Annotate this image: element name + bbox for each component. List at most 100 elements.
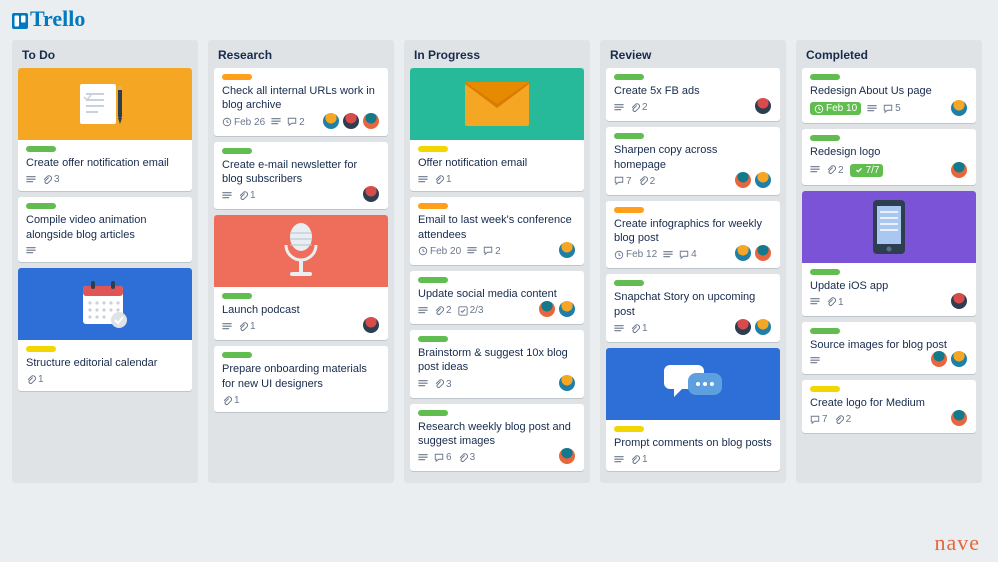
list[interactable]: In ProgressOffer notification email1 Emai… <box>404 40 590 483</box>
card[interactable]: Create logo for Medium72 <box>802 380 976 433</box>
checklist-badge-complete: 7/7 <box>850 164 884 177</box>
avatar[interactable] <box>950 161 968 179</box>
card[interactable]: Prepare onboarding materials for new UI … <box>214 346 388 412</box>
attachment-icon <box>834 415 844 425</box>
avatar[interactable] <box>558 241 576 259</box>
label-orange[interactable] <box>418 203 448 209</box>
card[interactable]: Source images for blog post <box>802 322 976 374</box>
checklist-badge: 2/3 <box>458 305 484 316</box>
list[interactable]: CompletedRedesign About Us pageFeb 105Re… <box>796 40 982 483</box>
description-badge <box>26 175 36 185</box>
avatar[interactable] <box>950 409 968 427</box>
label-green[interactable] <box>418 277 448 283</box>
avatar[interactable] <box>754 244 772 262</box>
label-orange[interactable] <box>222 74 252 80</box>
card[interactable]: Structure editorial calendar1 <box>18 268 192 391</box>
description-icon <box>810 297 820 307</box>
card[interactable]: Snapchat Story on upcoming post1 <box>606 274 780 342</box>
label-green[interactable] <box>222 293 252 299</box>
label-green[interactable] <box>614 133 644 139</box>
card[interactable]: Create 5x FB ads2 <box>606 68 780 121</box>
card[interactable]: Launch podcast1 <box>214 215 388 340</box>
card[interactable]: Create e-mail newsletter for blog subscr… <box>214 142 388 210</box>
avatar[interactable] <box>558 447 576 465</box>
list-title[interactable]: Research <box>214 46 388 68</box>
avatar[interactable] <box>950 350 968 368</box>
card[interactable]: Offer notification email1 <box>410 68 584 191</box>
card[interactable]: Email to last week's conference attendee… <box>410 197 584 265</box>
list[interactable]: ResearchCheck all internal URLs work in … <box>208 40 394 483</box>
description-icon <box>614 103 624 113</box>
label-green[interactable] <box>810 135 840 141</box>
attachments-badge: 2 <box>630 102 648 113</box>
avatar[interactable] <box>950 99 968 117</box>
avatar[interactable] <box>734 318 752 336</box>
label-green[interactable] <box>418 336 448 342</box>
avatar[interactable] <box>950 292 968 310</box>
label-yellow[interactable] <box>810 386 840 392</box>
avatar[interactable] <box>754 171 772 189</box>
card[interactable]: Compile video animation alongside blog a… <box>18 197 192 262</box>
card[interactable]: Redesign About Us pageFeb 105 <box>802 68 976 123</box>
list-title[interactable]: Review <box>606 46 780 68</box>
checklist-icon <box>854 165 864 175</box>
description-icon <box>663 250 673 260</box>
label-yellow[interactable] <box>26 346 56 352</box>
description-badge <box>810 297 820 307</box>
label-green[interactable] <box>418 410 448 416</box>
attachment-icon <box>238 322 248 332</box>
list-title[interactable]: To Do <box>18 46 192 68</box>
card[interactable]: Brainstorm & suggest 10x blog post ideas… <box>410 330 584 398</box>
avatar[interactable] <box>754 97 772 115</box>
description-badge <box>810 165 820 175</box>
card[interactable]: Research weekly blog post and suggest im… <box>410 404 584 472</box>
label-yellow[interactable] <box>614 426 644 432</box>
comments-badge: 7 <box>810 414 828 425</box>
avatar[interactable] <box>734 244 752 262</box>
description-badge <box>867 104 877 114</box>
card[interactable]: Update iOS app1 <box>802 191 976 316</box>
avatar[interactable] <box>362 185 380 203</box>
label-green[interactable] <box>810 269 840 275</box>
label-green[interactable] <box>26 203 56 209</box>
card-badges: 1 <box>222 395 380 406</box>
list[interactable]: ReviewCreate 5x FB ads2 Sharpen copy acro… <box>600 40 786 483</box>
card[interactable]: Create offer notification email3 <box>18 68 192 191</box>
attachments-badge: 2 <box>826 165 844 176</box>
label-green[interactable] <box>222 148 252 154</box>
avatar[interactable] <box>754 318 772 336</box>
card-title: Offer notification email <box>418 156 576 170</box>
card[interactable]: Sharpen copy across homepage72 <box>606 127 780 195</box>
label-green[interactable] <box>614 74 644 80</box>
description-badge <box>271 117 281 127</box>
avatar[interactable] <box>322 112 340 130</box>
card[interactable]: Prompt comments on blog posts1 <box>606 348 780 471</box>
avatar[interactable] <box>734 171 752 189</box>
avatar[interactable] <box>558 300 576 318</box>
label-green[interactable] <box>810 74 840 80</box>
label-yellow[interactable] <box>418 146 448 152</box>
card-title: Email to last week's conference attendee… <box>418 213 576 242</box>
avatar[interactable] <box>342 112 360 130</box>
trello-logo[interactable]: Trello <box>12 6 85 32</box>
card[interactable]: Redesign logo27/7 <box>802 129 976 184</box>
list-title[interactable]: Completed <box>802 46 976 68</box>
card[interactable]: Create infographics for weekly blog post… <box>606 201 780 269</box>
card-title: Create infographics for weekly blog post <box>614 217 772 246</box>
label-green[interactable] <box>26 146 56 152</box>
avatar[interactable] <box>362 316 380 334</box>
avatar[interactable] <box>538 300 556 318</box>
label-green[interactable] <box>810 328 840 334</box>
list[interactable]: To DoCreate offer notification email3Com… <box>12 40 198 483</box>
avatar[interactable] <box>930 350 948 368</box>
card[interactable]: Update social media content22/3 <box>410 271 584 324</box>
card[interactable]: Check all internal URLs work in blog arc… <box>214 68 388 136</box>
label-green[interactable] <box>222 352 252 358</box>
list-title[interactable]: In Progress <box>410 46 584 68</box>
card-labels <box>810 269 968 275</box>
avatar[interactable] <box>362 112 380 130</box>
attachments-badge: 1 <box>630 323 648 334</box>
label-orange[interactable] <box>614 207 644 213</box>
label-green[interactable] <box>614 280 644 286</box>
avatar[interactable] <box>558 374 576 392</box>
